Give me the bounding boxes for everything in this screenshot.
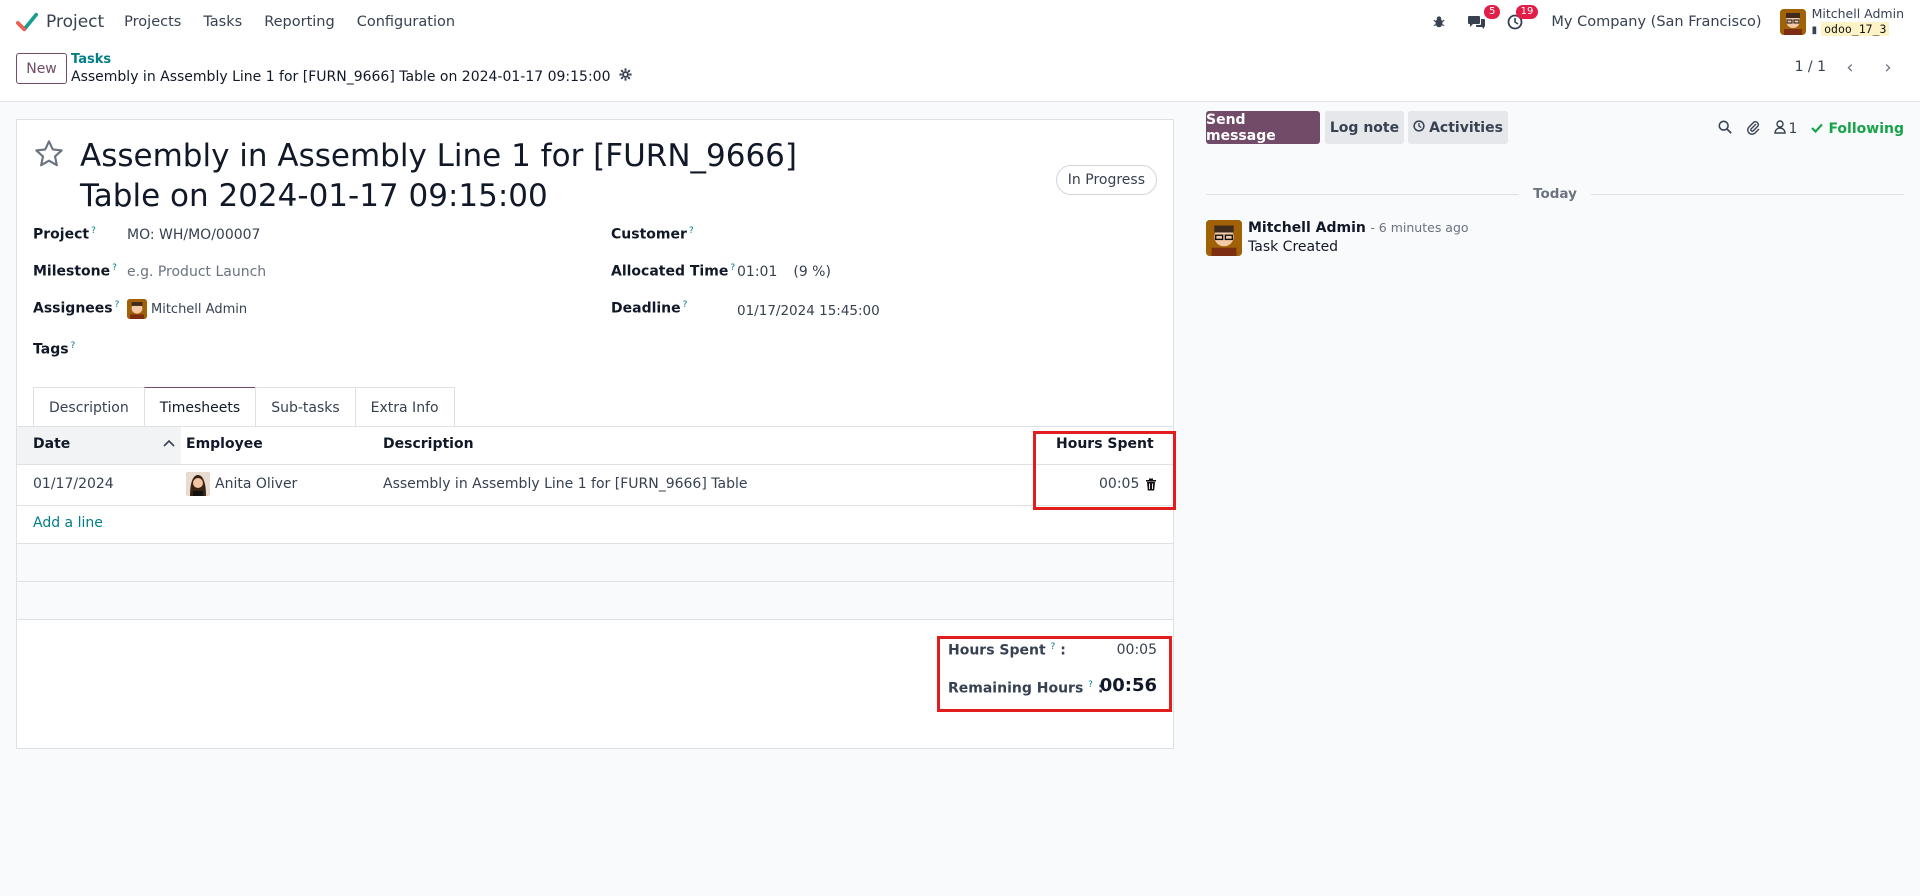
top-navbar: Project Projects Tasks Reporting Configu…	[0, 0, 1920, 43]
followers-count: 1	[1788, 121, 1798, 137]
allocated-time-label: Allocated Time?	[611, 263, 736, 280]
assignees-label: Assignees?	[33, 300, 120, 317]
date-separator-label: Today	[1533, 186, 1577, 202]
database-name: odoo_17_3	[1821, 21, 1890, 36]
user-name: Mitchell Admin	[1811, 5, 1904, 21]
message-author[interactable]: Mitchell Admin	[1248, 220, 1366, 236]
project-field[interactable]: MO: WH/MO/00007	[127, 227, 260, 243]
check-icon	[1811, 121, 1824, 137]
tab-extra-info[interactable]: Extra Info	[354, 387, 455, 427]
assignee-name: Mitchell Admin	[151, 301, 248, 317]
send-message-button[interactable]: Send message	[1206, 111, 1320, 144]
allocated-time-field[interactable]: 01:01 (9 %)	[737, 264, 831, 280]
pager-previous-icon[interactable]: ‹	[1836, 53, 1864, 81]
employee-name: Anita Oliver	[215, 476, 298, 492]
menu-projects[interactable]: Projects	[124, 14, 181, 30]
help-icon: ?	[730, 263, 736, 273]
messages-badge: 5	[1484, 4, 1501, 19]
activities-label: Activities	[1429, 119, 1503, 136]
empty-row	[17, 544, 1173, 582]
pager: 1 / 1 ‹ ›	[1795, 53, 1902, 81]
breadcrumb-current-label: Assembly in Assembly Line 1 for [FURN_96…	[71, 68, 611, 85]
activities-button[interactable]: Activities	[1408, 111, 1508, 144]
deadline-field[interactable]: 01/17/2024 15:45:00	[737, 303, 880, 319]
sort-ascending-icon	[163, 436, 175, 450]
chatter-tools: 1 Following	[1718, 119, 1904, 139]
tab-sub-tasks[interactable]: Sub-tasks	[255, 387, 356, 427]
breadcrumb-current: Assembly in Assembly Line 1 for [FURN_96…	[71, 68, 632, 85]
customer-label: Customer?	[611, 226, 694, 243]
user-icon	[1773, 120, 1786, 138]
pager-next-icon[interactable]: ›	[1874, 53, 1902, 81]
project-app-icon	[16, 12, 38, 31]
milestone-field[interactable]: e.g. Product Launch	[127, 264, 266, 280]
column-description[interactable]: Description	[383, 436, 474, 452]
help-icon: ?	[688, 226, 694, 236]
message-body: Task Created	[1248, 239, 1339, 255]
row-date[interactable]: 01/17/2024	[33, 476, 114, 492]
following-button[interactable]: Following	[1811, 121, 1904, 137]
add-line-link[interactable]: Add a line	[33, 515, 103, 531]
notebook-tabs: Description Timesheets Sub-tasks Extra I…	[33, 387, 455, 427]
company-switcher[interactable]: My Company (San Francisco)	[1551, 14, 1761, 30]
activities-clock-icon[interactable]: 19	[1505, 4, 1539, 32]
allocated-time-value[interactable]: 01:01	[737, 264, 777, 280]
deadline-label: Deadline?	[611, 300, 688, 317]
app-logo[interactable]: Project	[16, 11, 124, 33]
following-label: Following	[1828, 121, 1904, 137]
log-note-button[interactable]: Log note	[1325, 111, 1404, 144]
followers-button[interactable]: 1	[1773, 120, 1798, 138]
help-icon: ?	[682, 300, 688, 310]
stage-button[interactable]: In Progress	[1055, 165, 1157, 195]
new-button[interactable]: New	[16, 53, 67, 84]
assignee-avatar	[127, 299, 147, 319]
assignees-field[interactable]: Mitchell Admin	[127, 299, 247, 319]
add-line-row: Add a line	[17, 506, 1173, 544]
employee-avatar	[186, 472, 210, 496]
app-name[interactable]: Project	[46, 12, 104, 32]
menu-configuration[interactable]: Configuration	[357, 14, 455, 30]
tab-timesheets[interactable]: Timesheets	[143, 387, 257, 427]
highlight-hours-column	[1033, 431, 1176, 510]
project-label: Project?	[33, 226, 96, 243]
message-author-avatar[interactable]	[1206, 220, 1242, 256]
help-icon: ?	[112, 263, 117, 273]
highlight-totals	[937, 636, 1172, 712]
paperclip-icon[interactable]	[1746, 119, 1760, 139]
column-employee[interactable]: Employee	[186, 436, 263, 452]
tab-description[interactable]: Description	[33, 387, 145, 427]
user-menu[interactable]: Mitchell Admin ▮ odoo_17_3	[1779, 5, 1904, 38]
chatter-panel: Send message Log note Activities 1 Follo…	[1188, 102, 1920, 896]
date-separator: Today	[1206, 186, 1905, 202]
clock-icon	[1413, 119, 1425, 136]
priority-star-icon[interactable]	[33, 138, 65, 174]
allocated-time-percent: (9 %)	[793, 264, 831, 280]
menu-reporting[interactable]: Reporting	[264, 14, 335, 30]
milestone-label: Milestone?	[33, 263, 117, 280]
column-date[interactable]: Date	[17, 427, 181, 464]
gear-icon[interactable]	[618, 68, 632, 85]
timesheet-header: Date Employee Description Hours Spent	[17, 427, 1173, 465]
activities-badge: 19	[1515, 4, 1539, 19]
help-icon: ?	[70, 341, 76, 351]
control-panel: New Tasks Assembly in Assembly Line 1 fo…	[0, 43, 1920, 102]
search-icon[interactable]	[1718, 120, 1732, 138]
task-title[interactable]: Assembly in Assembly Line 1 for [FURN_96…	[80, 136, 860, 216]
table-row[interactable]: 01/17/2024 Anita Oliver Assembly in Asse…	[17, 465, 1173, 506]
user-avatar	[1779, 8, 1806, 35]
database-icon: ▮	[1811, 24, 1818, 36]
message-date: - 6 minutes ago	[1370, 220, 1469, 235]
help-icon: ?	[114, 300, 120, 310]
pager-value[interactable]: 1 / 1	[1795, 59, 1826, 75]
row-employee[interactable]: Anita Oliver	[186, 472, 297, 496]
help-icon: ?	[91, 226, 96, 236]
row-description[interactable]: Assembly in Assembly Line 1 for [FURN_96…	[383, 476, 747, 492]
tags-label: Tags?	[33, 341, 76, 358]
debug-bug-icon[interactable]	[1429, 12, 1449, 32]
chatter-message: Mitchell Admin - 6 minutes ago Task Crea…	[1206, 220, 1469, 256]
menu-tasks[interactable]: Tasks	[203, 14, 242, 30]
empty-row	[17, 582, 1173, 620]
breadcrumb-tasks[interactable]: Tasks	[71, 52, 111, 67]
messages-icon[interactable]: 5	[1467, 4, 1501, 32]
